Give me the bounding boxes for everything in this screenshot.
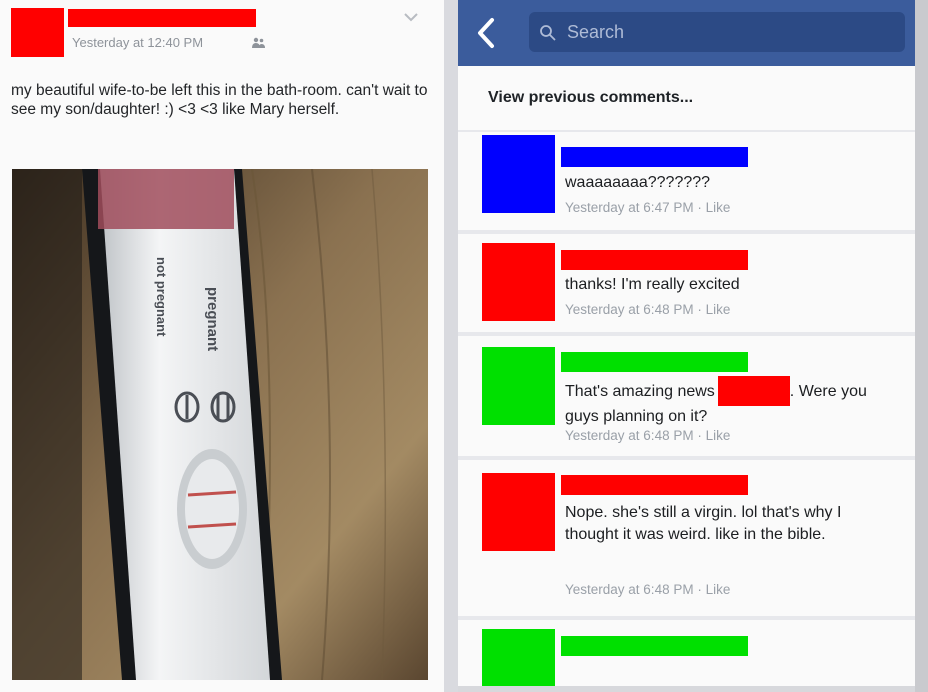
commenter-name-redacted[interactable] <box>561 352 748 372</box>
view-previous-comments-label: View previous comments... <box>488 89 694 106</box>
commenter-avatar-redacted[interactable] <box>482 473 555 551</box>
audience-icon[interactable] <box>252 37 265 48</box>
search-input[interactable]: Search <box>529 12 905 52</box>
mentioned-name-redacted[interactable] <box>717 376 790 406</box>
commenter-avatar-redacted[interactable] <box>482 243 555 321</box>
comment-text: thanks! I'm really excited <box>565 276 740 293</box>
post-text: my beautiful wife-to-be left this in the… <box>11 82 428 118</box>
comment-text-start: That's amazing news <box>565 383 715 400</box>
comment-item: waaaaaaaa??????? Yesterday at 6:47 PM · … <box>458 132 915 230</box>
view-previous-comments[interactable]: View previous comments... <box>458 66 915 130</box>
comment-time[interactable]: Yesterday at 6:48 PM <box>565 302 694 317</box>
comment-time[interactable]: Yesterday at 6:48 PM <box>565 428 694 443</box>
screen-edge <box>915 0 928 692</box>
search-placeholder: Search <box>567 22 625 42</box>
like-link[interactable]: Like <box>706 582 731 597</box>
comment-time[interactable]: Yesterday at 6:47 PM <box>565 200 694 215</box>
commenter-avatar-redacted[interactable] <box>482 135 555 213</box>
like-link[interactable]: Like <box>706 428 731 443</box>
bottom-edge <box>458 686 915 692</box>
back-chevron-icon[interactable] <box>472 16 500 50</box>
commenter-name-redacted[interactable] <box>561 636 748 656</box>
comment-item: Nope. she's still a virgin. lol that's w… <box>458 460 915 616</box>
meta-separator: · <box>693 428 706 443</box>
commenter-name-redacted[interactable] <box>561 475 748 495</box>
comment-meta: Yesterday at 6:48 PM · Like <box>565 428 730 443</box>
comment-text: waaaaaaaa??????? <box>565 174 711 191</box>
comments-panel: Search View previous comments... waaaaaa… <box>458 0 915 692</box>
comment-meta: Yesterday at 6:48 PM · Like <box>565 302 730 317</box>
like-link[interactable]: Like <box>706 302 731 317</box>
search-icon <box>540 25 556 41</box>
commenter-avatar-redacted[interactable] <box>482 347 555 425</box>
commenter-name-redacted[interactable] <box>561 147 748 167</box>
photo-label-pregnant: pregnant <box>204 287 221 351</box>
comment-item: thanks! I'm really excited Yesterday at … <box>458 234 915 332</box>
photo-label-not-pregnant: not pregnant <box>154 257 169 337</box>
comment-text: Nope. she's still a virgin. lol that's w… <box>565 504 842 543</box>
comment-item <box>458 620 915 689</box>
comment-meta: Yesterday at 6:47 PM · Like <box>565 200 730 215</box>
like-link[interactable]: Like <box>706 200 731 215</box>
comment-text: That's amazing news. Were you guys plann… <box>565 376 875 428</box>
author-avatar-redacted[interactable] <box>11 8 64 57</box>
comment-time[interactable]: Yesterday at 6:48 PM <box>565 582 694 597</box>
commenter-name-redacted[interactable] <box>561 250 748 270</box>
author-name-redacted[interactable] <box>68 9 256 27</box>
post-panel: Yesterday at 12:40 PM my beautiful wife-… <box>0 0 444 692</box>
meta-separator: · <box>693 200 706 215</box>
comment-item: That's amazing news. Were you guys plann… <box>458 336 915 456</box>
post-timestamp[interactable]: Yesterday at 12:40 PM <box>72 35 203 50</box>
meta-separator: · <box>693 582 706 597</box>
commenter-avatar-redacted[interactable] <box>482 629 555 689</box>
post-photo[interactable]: pregnant not pregnant <box>12 169 428 680</box>
meta-separator: · <box>693 302 706 317</box>
chevron-down-icon[interactable] <box>404 12 418 22</box>
top-navigation-bar: Search <box>458 0 915 66</box>
comment-meta: Yesterday at 6:48 PM · Like <box>565 582 730 597</box>
